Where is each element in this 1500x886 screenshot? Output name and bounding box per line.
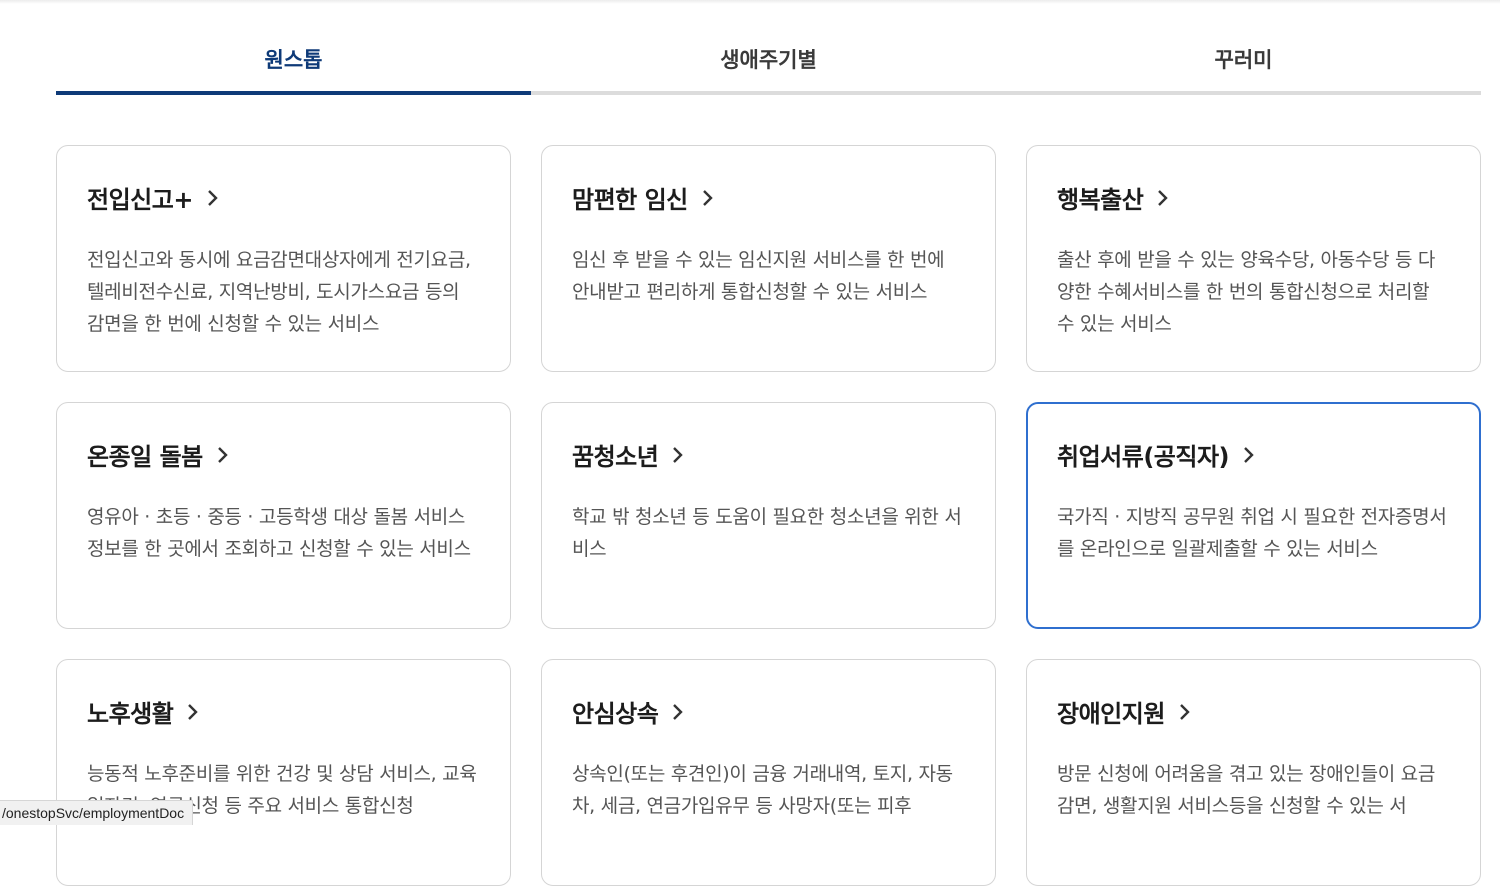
service-card-move-in-report[interactable]: 전입신고+ 전입신고와 동시에 요금감면대상자에게 전기요금, 텔레비전수신료,…	[56, 145, 511, 372]
chevron-right-icon	[183, 702, 203, 722]
tab-lifecycle[interactable]: 생애주기별	[531, 28, 1006, 95]
card-description: 학교 밖 청소년 등 도움이 필요한 청소년을 위한 서비스	[572, 506, 962, 560]
service-card-retirement[interactable]: 노후생활 능동적 노후준비를 위한 건강 및 상담 서비스, 교육 일자리, 연…	[56, 659, 511, 886]
card-description: 출산 후에 받을 수 있는 양육수당, 아동수당 등 다양한 수혜서비스를 한 …	[1057, 249, 1436, 335]
card-title-text: 안심상속	[572, 700, 659, 728]
chevron-right-icon	[668, 702, 688, 722]
chevron-right-icon	[1239, 445, 1259, 465]
card-description: 상속인(또는 후견인)이 금융 거래내역, 토지, 자동차, 세금, 연금가입유…	[572, 763, 953, 817]
chevron-right-icon	[668, 445, 688, 465]
card-title: 맘편한 임신	[572, 180, 718, 215]
card-title-text: 노후생활	[87, 700, 174, 728]
card-description: 전입신고와 동시에 요금감면대상자에게 전기요금, 텔레비전수신료, 지역난방비…	[87, 249, 471, 335]
service-card-all-day-care[interactable]: 온종일 돌봄 영유아 · 초등 · 중등 · 고등학생 대상 돌봄 서비스 정보…	[56, 402, 511, 629]
card-title: 온종일 돌봄	[87, 437, 233, 472]
card-title-text: 행복출산	[1057, 186, 1144, 214]
service-card-employment-docs[interactable]: 취업서류(공직자) 국가직 · 지방직 공무원 취업 시 필요한 전자증명서를 …	[1026, 402, 1481, 629]
card-description: 방문 신청에 어려움을 겪고 있는 장애인들이 요금감면, 생활지원 서비스등을…	[1057, 763, 1436, 817]
card-description: 국가직 · 지방직 공무원 취업 시 필요한 전자증명서를 온라인으로 일괄제출…	[1057, 506, 1447, 560]
card-title-text: 온종일 돌봄	[87, 443, 203, 471]
service-card-inheritance[interactable]: 안심상속 상속인(또는 후견인)이 금융 거래내역, 토지, 자동차, 세금, …	[541, 659, 996, 886]
chevron-right-icon	[203, 188, 223, 208]
card-title: 취업서류(공직자)	[1057, 437, 1259, 472]
service-card-youth[interactable]: 꿈청소년 학교 밖 청소년 등 도움이 필요한 청소년을 위한 서비스	[541, 402, 996, 629]
card-title: 안심상속	[572, 694, 688, 729]
service-card-disability-support[interactable]: 장애인지원 방문 신청에 어려움을 겪고 있는 장애인들이 요금감면, 생활지원…	[1026, 659, 1481, 886]
card-title-text: 맘편한 임신	[572, 186, 688, 214]
top-edge	[0, 0, 1500, 4]
card-title: 행복출산	[1057, 180, 1173, 215]
service-card-pregnancy[interactable]: 맘편한 임신 임신 후 받을 수 있는 임신지원 서비스를 한 번에 안내받고 …	[541, 145, 996, 372]
card-description: 임신 후 받을 수 있는 임신지원 서비스를 한 번에 안내받고 편리하게 통합…	[572, 249, 945, 303]
link-status-bar: /onestopSvc/employmentDoc	[0, 800, 194, 825]
card-title-text: 꿈청소년	[572, 443, 659, 471]
category-tabs: 원스톱 생애주기별 꾸러미	[56, 28, 1481, 95]
chevron-right-icon	[1153, 188, 1173, 208]
chevron-right-icon	[213, 445, 233, 465]
card-title-text: 전입신고+	[87, 186, 193, 214]
card-title-text: 취업서류(공직자)	[1057, 443, 1230, 471]
card-title: 전입신고+	[87, 180, 223, 215]
card-title: 노후생활	[87, 694, 203, 729]
card-description: 영유아 · 초등 · 중등 · 고등학생 대상 돌봄 서비스 정보를 한 곳에서…	[87, 506, 471, 560]
card-title: 장애인지원	[1057, 694, 1195, 729]
card-title-text: 장애인지원	[1057, 700, 1165, 728]
tab-package[interactable]: 꾸러미	[1006, 28, 1481, 95]
card-title: 꿈청소년	[572, 437, 688, 472]
service-card-childbirth[interactable]: 행복출산 출산 후에 받을 수 있는 양육수당, 아동수당 등 다양한 수혜서비…	[1026, 145, 1481, 372]
tab-onestop[interactable]: 원스톱	[56, 28, 531, 95]
chevron-right-icon	[698, 188, 718, 208]
chevron-right-icon	[1175, 702, 1195, 722]
